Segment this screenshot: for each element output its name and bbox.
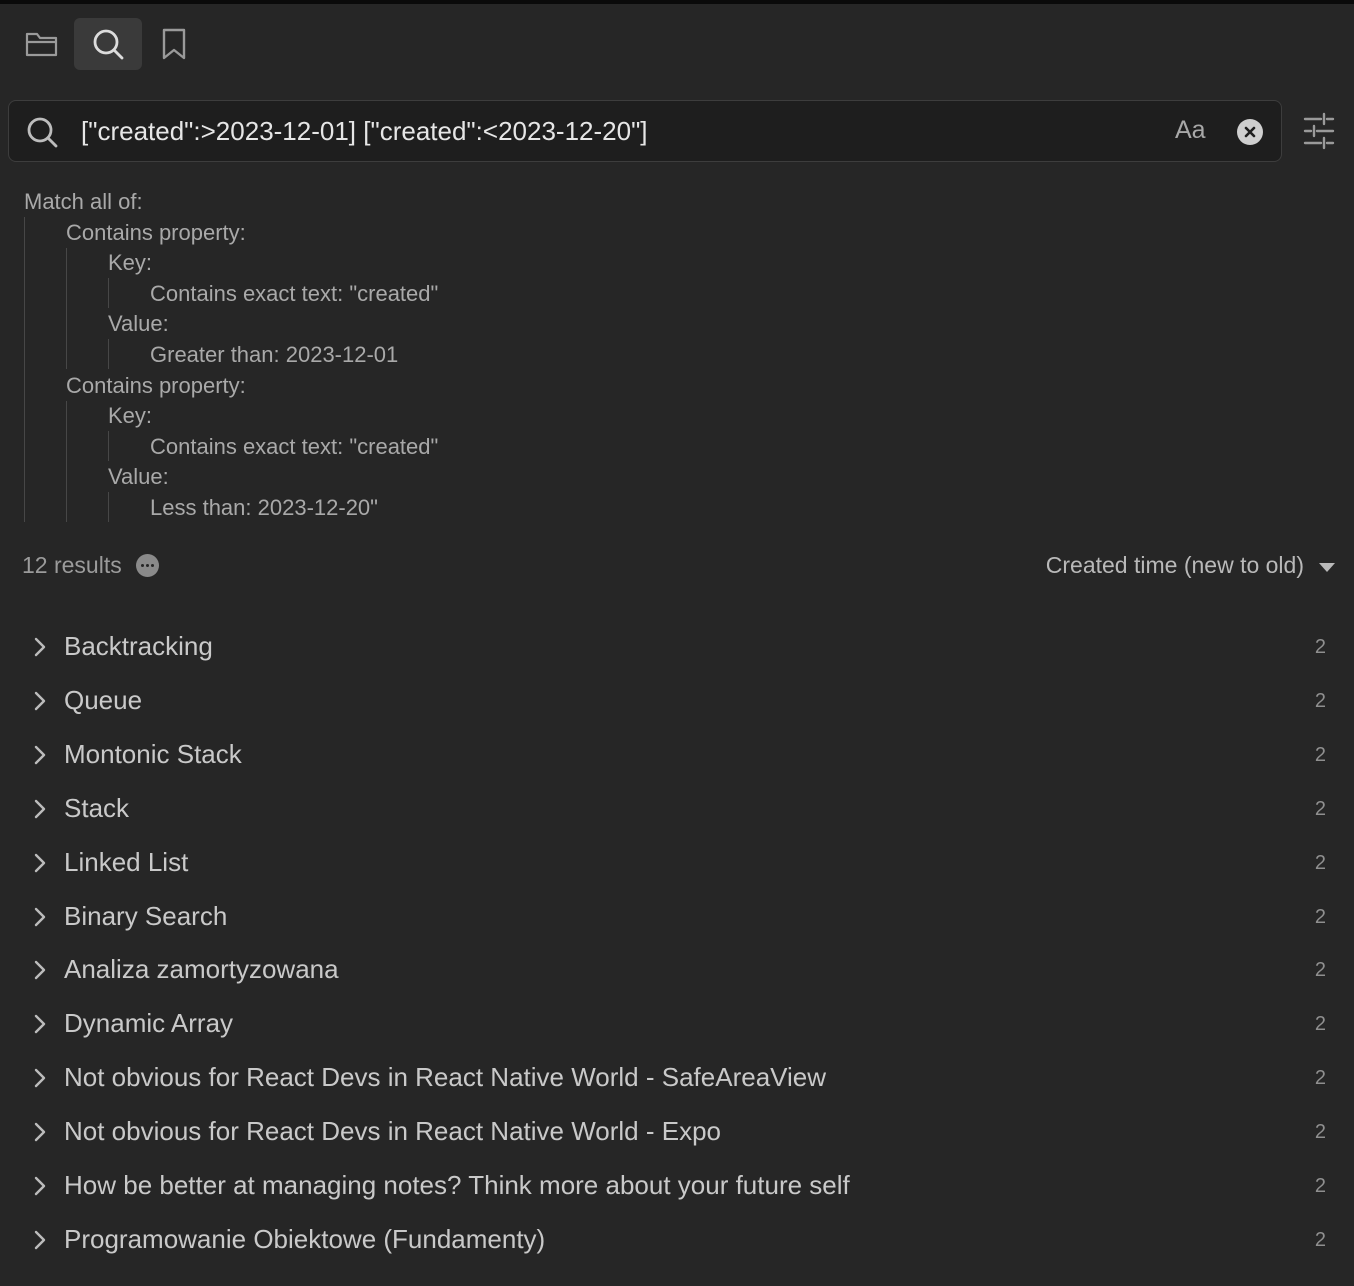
tab-file-explorer[interactable] [16, 18, 68, 70]
window-top-border [0, 0, 1354, 4]
results-count: 12 results [22, 552, 122, 578]
chevron-right-icon[interactable] [32, 1013, 48, 1039]
search-result-match-count: 2 [1314, 851, 1326, 874]
property-2-key-text: Contains exact text: "created" [150, 434, 439, 459]
search-result-title[interactable]: Linked List [64, 845, 188, 879]
search-result-title[interactable]: Dynamic Array [64, 1006, 233, 1040]
search-result-match-count: 2 [1314, 1228, 1326, 1251]
search-result-title[interactable]: Stack [64, 791, 129, 825]
search-result-match-count: 2 [1314, 1067, 1326, 1090]
search-input-icon [25, 115, 59, 153]
property-1-value-label: Value: [108, 311, 169, 336]
property-2-label: Contains property: [66, 373, 246, 398]
search-result-title[interactable]: Backtracking [64, 629, 213, 663]
search-result-match-count: 2 [1314, 1013, 1326, 1036]
search-result-row[interactable]: Montonic Stack 2 [0, 728, 1354, 782]
search-result-match-count: 2 [1314, 1121, 1326, 1144]
search-result-title[interactable]: Queue [64, 683, 142, 717]
property-1-key-text: Contains exact text: "created" [150, 281, 439, 306]
search-result-title[interactable]: Programowanie Obiektowe (Fundamenty) [64, 1222, 545, 1256]
search-result-match-count: 2 [1314, 959, 1326, 982]
search-result-row[interactable]: Linked List 2 [0, 836, 1354, 890]
property-1-label: Contains property: [66, 220, 246, 245]
search-result-row[interactable]: Stack 2 [0, 782, 1354, 836]
chevron-right-icon[interactable] [32, 906, 48, 932]
chevron-right-icon[interactable] [32, 636, 48, 662]
chevron-right-icon[interactable] [32, 852, 48, 878]
chevron-right-icon[interactable] [32, 690, 48, 716]
search-result-row[interactable]: Backtracking 2 [0, 620, 1354, 674]
property-2-value-text: Less than: 2023-12-20" [150, 495, 378, 520]
search-icon [91, 27, 125, 61]
search-result-match-count: 2 [1314, 743, 1326, 766]
sort-order-dropdown[interactable]: Created time (new to old) [1046, 549, 1336, 581]
search-result-match-count: 2 [1314, 689, 1326, 712]
search-result-match-count: 2 [1314, 636, 1326, 658]
chevron-right-icon[interactable] [32, 1121, 48, 1147]
sidebar-tab-bar [16, 18, 200, 70]
search-result-title[interactable]: How be better at managing notes? Think m… [64, 1168, 850, 1202]
property-1-key-label: Key: [108, 250, 153, 275]
search-result-match-count: 2 [1314, 797, 1326, 820]
sliders-icon [1302, 112, 1336, 154]
chevron-right-icon[interactable] [32, 744, 48, 770]
search-result-title[interactable]: Not obvious for React Devs in React Nati… [64, 1114, 721, 1148]
search-result-row[interactable]: How be better at managing notes? Think m… [0, 1159, 1354, 1213]
caret-down-icon [1318, 549, 1336, 581]
chevron-right-icon[interactable] [32, 1229, 48, 1255]
search-result-match-count: 2 [1314, 905, 1326, 928]
clear-search-button[interactable] [1237, 119, 1263, 145]
search-result-match-count: 2 [1314, 1175, 1326, 1197]
search-result-row[interactable]: Queue 2 [0, 674, 1354, 728]
close-icon [1244, 123, 1256, 142]
search-input[interactable] [81, 101, 1161, 161]
chevron-right-icon[interactable] [32, 959, 48, 985]
results-more-button[interactable] [136, 554, 159, 577]
search-result-row[interactable]: Analiza zamortyzowana 2 [0, 943, 1354, 997]
search-settings-button[interactable] [1302, 112, 1336, 154]
search-result-row[interactable]: Not obvious for React Devs in React Nati… [0, 1105, 1354, 1159]
folder-icon [24, 29, 60, 59]
search-result-title[interactable]: Binary Search [64, 899, 227, 933]
search-result-row[interactable]: Dynamic Array 2 [0, 997, 1354, 1051]
property-2-key-label: Key: [108, 403, 153, 428]
search-result-row[interactable]: Binary Search 2 [0, 890, 1354, 944]
search-result-title[interactable]: Montonic Stack [64, 737, 242, 771]
property-1-value-text: Greater than: 2023-12-01 [150, 342, 399, 367]
search-result-title[interactable]: Not obvious for React Devs in React Nati… [64, 1060, 826, 1094]
match-all-label: Match all of: [24, 189, 143, 214]
chevron-right-icon[interactable] [32, 1067, 48, 1093]
more-dots-icon [141, 564, 144, 567]
search-result-row[interactable]: Not obvious for React Devs in React Nati… [0, 1051, 1354, 1105]
sort-order-label: Created time (new to old) [1045, 552, 1304, 578]
search-result-row[interactable]: Programowanie Obiektowe (Fundamenty) 2 [0, 1213, 1354, 1267]
chevron-right-icon[interactable] [32, 1175, 48, 1201]
bookmark-icon [160, 27, 188, 61]
search-result-title[interactable]: Analiza zamortyzowana [64, 952, 339, 986]
tab-search[interactable] [74, 18, 142, 70]
match-case-button[interactable]: Aa [1175, 116, 1206, 145]
search-box: Aa [8, 100, 1282, 162]
chevron-right-icon[interactable] [32, 798, 48, 824]
property-2-value-label: Value: [108, 464, 169, 489]
tab-bookmarks[interactable] [148, 18, 200, 70]
